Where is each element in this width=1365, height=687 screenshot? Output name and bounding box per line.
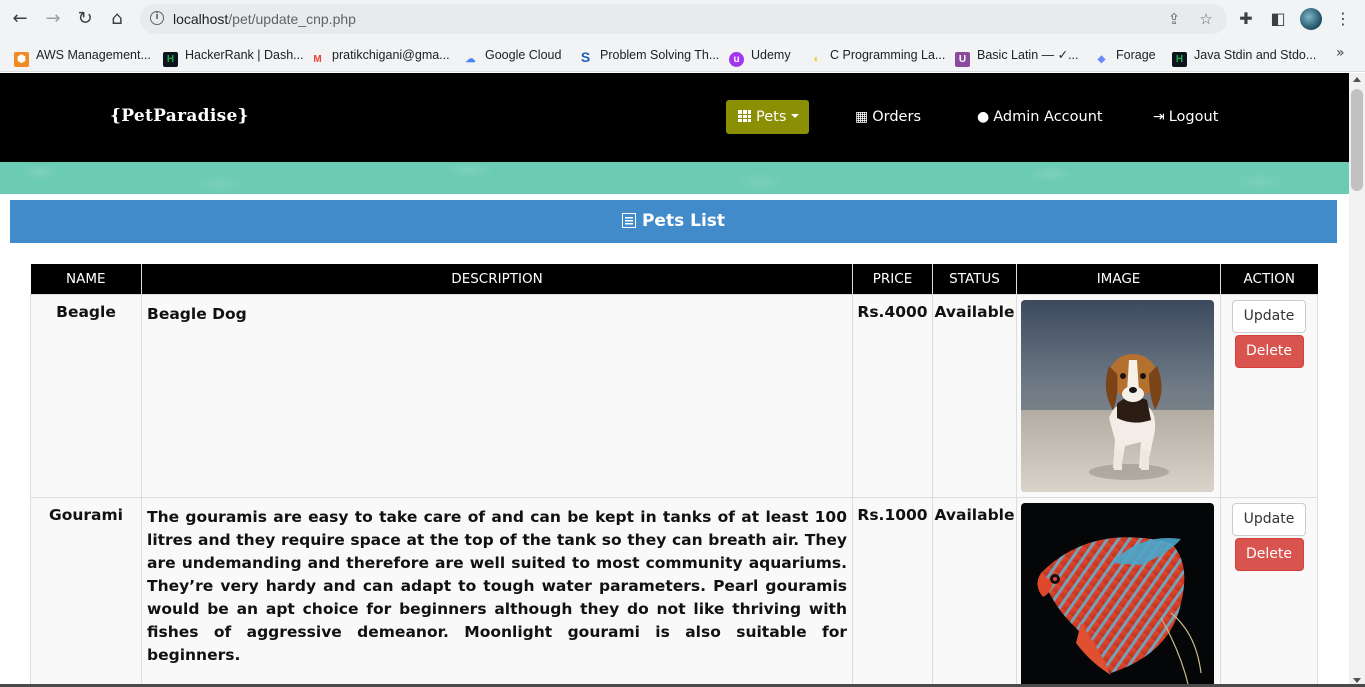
column-header-name: NAME xyxy=(30,264,142,294)
bookmark-google-cloud[interactable]: ☁ Google Cloud xyxy=(463,46,562,65)
side-panel-icon[interactable]: ◧ xyxy=(1268,9,1288,29)
home-icon[interactable]: ⌂ xyxy=(105,8,129,30)
forward-arrow-icon[interactable]: → xyxy=(41,8,65,30)
calendar-icon: ▦ xyxy=(855,109,869,125)
update-button[interactable]: Update xyxy=(1232,502,1306,536)
pet-price: Rs.1000 xyxy=(852,496,933,687)
logout-icon: ⇥ xyxy=(1153,109,1165,125)
nav-admin-account[interactable]: ● Admin Account xyxy=(977,107,1103,127)
bookmark-basic-latin[interactable]: U Basic Latin — ✓... xyxy=(955,46,1078,67)
bookmark-problem-solving[interactable]: S Problem Solving Th... xyxy=(578,46,719,65)
beagle-illustration xyxy=(1021,299,1214,492)
scroll-down-arrow-icon[interactable] xyxy=(1353,678,1361,683)
table-row: Gourami The gouramis are easy to take ca… xyxy=(30,496,1318,687)
pet-name: Gourami xyxy=(30,496,142,687)
action-cell: Update Delete xyxy=(1220,293,1318,498)
grid-icon xyxy=(738,110,751,122)
user-icon: ● xyxy=(977,109,990,125)
back-arrow-icon[interactable]: ← xyxy=(8,8,32,30)
bookmark-gmail[interactable]: Mpratikchigani@gma... xyxy=(310,46,449,65)
action-cell: Update Delete xyxy=(1220,496,1318,687)
bookmark-star-icon[interactable]: ☆ xyxy=(1197,10,1215,28)
c-lang-icon: ◖ xyxy=(812,54,819,65)
pet-image-cell xyxy=(1016,496,1221,687)
pet-image-cell xyxy=(1016,293,1221,498)
table-header-row: NAME DESCRIPTION PRICE STATUS IMAGE ACTI… xyxy=(30,264,1318,294)
bookmarks-overflow-icon[interactable]: » xyxy=(1336,45,1345,61)
bookmark-forage[interactable]: ◆ Forage xyxy=(1094,46,1156,65)
nav-logout[interactable]: ⇥ Logout xyxy=(1153,107,1218,127)
nav-orders[interactable]: ▦ Orders xyxy=(855,107,921,127)
pet-status: Available xyxy=(932,293,1017,498)
decorative-banner xyxy=(0,162,1349,194)
delete-button[interactable]: Delete xyxy=(1234,334,1304,368)
page-scrollbar[interactable] xyxy=(1349,73,1365,687)
s-icon: S xyxy=(580,49,591,65)
scrollbar-thumb[interactable] xyxy=(1351,89,1363,191)
bookmark-udemy[interactable]: u Udemy xyxy=(729,46,791,67)
hackerrank-icon: H xyxy=(163,52,178,67)
bookmark-aws[interactable]: ⬢ AWS Management... xyxy=(14,46,151,67)
pet-price: Rs.4000 xyxy=(852,293,933,498)
reload-icon[interactable]: ↻ xyxy=(73,8,97,30)
bookmark-c-programming[interactable]: ◖ C Programming La... xyxy=(808,46,945,65)
address-url[interactable]: localhost/pet/update_cnp.php xyxy=(173,11,356,27)
pets-list-heading: Pets List xyxy=(10,200,1337,243)
pet-description: Beagle Dog xyxy=(141,293,853,498)
column-header-price: PRICE xyxy=(852,264,933,294)
udemy-icon: u xyxy=(729,52,744,67)
beagle-photo xyxy=(1021,299,1214,492)
brand-logo[interactable]: {PetParadise} xyxy=(110,106,249,126)
scroll-up-arrow-icon[interactable] xyxy=(1353,77,1361,82)
address-bar[interactable]: i localhost/pet/update_cnp.php ⇪ ☆ xyxy=(140,4,1227,34)
pet-status: Available xyxy=(932,496,1017,687)
column-header-action: ACTION xyxy=(1220,264,1318,294)
column-header-description: DESCRIPTION xyxy=(141,264,853,294)
gourami-photo xyxy=(1021,502,1214,687)
column-header-status: STATUS xyxy=(932,264,1017,294)
column-header-image: IMAGE xyxy=(1016,264,1221,294)
chrome-menu-icon[interactable]: ⋮ xyxy=(1333,9,1353,29)
google-cloud-icon: ☁ xyxy=(465,54,476,65)
browser-toolbar: ← → ↻ ⌂ i localhost/pet/update_cnp.php ⇪… xyxy=(0,0,1365,38)
bookmark-hackerrank[interactable]: H HackerRank | Dash... xyxy=(163,46,304,67)
unicode-icon: U xyxy=(955,52,970,67)
pets-table: NAME DESCRIPTION PRICE STATUS IMAGE ACTI… xyxy=(30,264,1318,687)
delete-button[interactable]: Delete xyxy=(1234,537,1304,571)
profile-avatar[interactable] xyxy=(1300,8,1322,30)
bookmarks-bar: ⬢ AWS Management... H HackerRank | Dash...… xyxy=(0,38,1365,72)
pet-name: Beagle xyxy=(30,293,142,498)
table-row: Beagle Beagle Dog Rs.4000 Available Upda… xyxy=(30,293,1318,498)
update-button[interactable]: Update xyxy=(1232,299,1306,333)
forage-icon: ◆ xyxy=(1097,54,1106,65)
gmail-icon: M xyxy=(313,54,322,65)
share-icon[interactable]: ⇪ xyxy=(1165,10,1183,28)
gourami-illustration xyxy=(1021,502,1214,687)
site-info-icon[interactable]: i xyxy=(150,11,164,25)
caret-down-icon xyxy=(791,114,800,118)
pet-description: The gouramis are easy to take care of an… xyxy=(141,496,853,687)
aws-icon: ⬢ xyxy=(14,52,29,67)
site-navbar: {PetParadise} Pets ▦ Orders ● Admin Accoun… xyxy=(0,73,1349,162)
extensions-puzzle-icon[interactable]: ✚ xyxy=(1236,9,1256,29)
pets-dropdown-button[interactable]: Pets xyxy=(726,100,809,134)
hackerrank-icon: H xyxy=(1172,52,1187,67)
page-viewport: {PetParadise} Pets ▦ Orders ● Admin Accoun… xyxy=(0,73,1349,687)
list-icon xyxy=(621,213,636,228)
bookmark-java-stdin[interactable]: H Java Stdin and Stdo... xyxy=(1172,46,1316,67)
